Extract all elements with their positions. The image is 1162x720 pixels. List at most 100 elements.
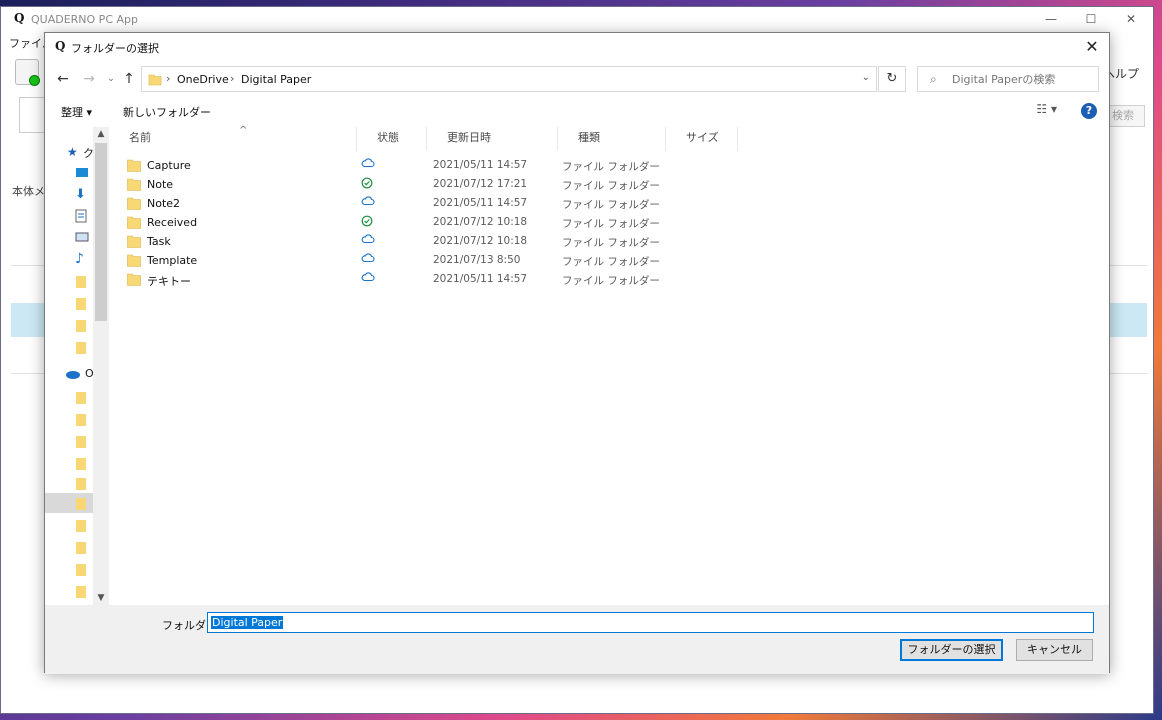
folder-icon[interactable]: [75, 341, 89, 355]
chevron-down-icon[interactable]: ⌄: [862, 72, 870, 83]
file-type: ファイル フォルダー: [562, 180, 660, 192]
select-folder-button[interactable]: フォルダーの選択: [900, 639, 1003, 661]
search-icon: ⌕: [930, 72, 937, 86]
column-header-modified[interactable]: 更新日時: [427, 127, 558, 151]
folder-name-input[interactable]: Digital Paper: [207, 612, 1094, 633]
app-side-label: 本体メ: [12, 185, 45, 198]
file-name: Capture: [147, 159, 191, 172]
cloud-icon: [361, 158, 375, 171]
refresh-icon[interactable]: ↻: [878, 66, 906, 92]
downloads-icon[interactable]: ⬇: [75, 187, 89, 202]
folder-icon: [127, 178, 141, 194]
folder-icon[interactable]: [75, 541, 89, 555]
folder-icon[interactable]: [75, 413, 89, 427]
recent-chevron-icon[interactable]: ⌄: [101, 67, 121, 91]
folder-icon: [127, 254, 141, 270]
app-titlebar: Q QUADERNO PC App — ☐ ✕: [1, 7, 1153, 31]
file-list: ^ 名前 状態 更新日時 種類 サイズ Capture 2021/05/11 14…: [109, 125, 1107, 605]
synced-check-icon: [361, 177, 373, 192]
folder-icon[interactable]: [75, 477, 89, 491]
up-arrow-icon[interactable]: ↑: [119, 67, 139, 91]
command-bar: 整理 ▾ 新しいフォルダー ☷ ▾ ?: [45, 99, 1109, 123]
file-row[interactable]: Note2 2021/05/11 14:57 ファイル フォルダー: [127, 194, 727, 213]
column-header-type[interactable]: 種類: [558, 127, 666, 151]
close-button[interactable]: ✕: [1111, 10, 1151, 28]
file-name: テキトー: [147, 275, 191, 288]
minimize-button[interactable]: —: [1031, 10, 1071, 28]
nav-scrollbar[interactable]: ▲ ▼: [93, 127, 109, 605]
cloud-icon: [361, 272, 375, 285]
view-options-icon[interactable]: ☷ ▾: [1036, 102, 1057, 116]
file-modified: 2021/05/11 14:57: [433, 273, 528, 285]
folder-icon[interactable]: [75, 435, 89, 449]
back-arrow-icon[interactable]: ←: [53, 67, 73, 91]
folder-icon[interactable]: [75, 457, 89, 471]
file-name: Note: [147, 178, 174, 191]
scroll-down-icon[interactable]: ▼: [93, 593, 109, 603]
folder-icon[interactable]: [75, 519, 89, 533]
file-name: Template: [147, 254, 198, 267]
column-header-size[interactable]: サイズ: [666, 127, 738, 151]
cloud-icon: [361, 196, 375, 209]
folder-icon[interactable]: [75, 585, 89, 599]
quick-access-star-icon[interactable]: ★: [67, 145, 81, 159]
help-icon[interactable]: ?: [1081, 103, 1097, 119]
column-header-name[interactable]: 名前: [109, 127, 357, 151]
folder-icon[interactable]: [75, 297, 89, 311]
folder-icon[interactable]: [75, 391, 89, 405]
maximize-button[interactable]: ☐: [1071, 10, 1111, 28]
breadcrumb-separator-icon: ›: [230, 72, 235, 85]
music-icon[interactable]: ♪: [75, 251, 89, 267]
file-type: ファイル フォルダー: [562, 256, 660, 268]
file-type: ファイル フォルダー: [562, 237, 660, 249]
device-connect-button[interactable]: [15, 59, 40, 86]
file-row[interactable]: テキトー 2021/05/11 14:57 ファイル フォルダー: [127, 270, 727, 289]
file-row[interactable]: Template 2021/07/13 8:50 ファイル フォルダー: [127, 251, 727, 270]
folder-icon: [148, 72, 162, 86]
folder-name-value[interactable]: Digital Paper: [211, 616, 284, 629]
folder-icon[interactable]: [75, 275, 89, 289]
file-row[interactable]: Capture 2021/05/11 14:57 ファイル フォルダー: [127, 156, 727, 175]
file-name: Received: [147, 216, 198, 229]
file-modified: 2021/05/11 14:57: [433, 159, 528, 171]
cancel-button[interactable]: キャンセル: [1016, 639, 1093, 661]
file-type: ファイル フォルダー: [562, 275, 660, 287]
address-bar[interactable]: › OneDrive › Digital Paper ⌄: [141, 66, 877, 92]
search-input[interactable]: [952, 71, 1092, 87]
cloud-icon: [361, 234, 375, 247]
column-header-status[interactable]: 状態: [357, 127, 427, 151]
scroll-up-icon[interactable]: ▲: [93, 129, 109, 139]
dialog-titlebar: Q フォルダーの選択 ✕: [45, 33, 1109, 61]
folder-icon: [127, 159, 141, 175]
folder-icon: [127, 197, 141, 213]
dialog-title: フォルダーの選択: [71, 42, 159, 55]
file-type: ファイル フォルダー: [562, 161, 660, 173]
file-type: ファイル フォルダー: [562, 199, 660, 211]
folder-icon[interactable]: [75, 563, 89, 577]
search-box[interactable]: ⌕: [917, 66, 1099, 92]
scrollbar-thumb[interactable]: [95, 143, 107, 321]
folder-icon: [127, 216, 141, 232]
documents-icon[interactable]: [75, 209, 89, 223]
file-name: Note2: [147, 197, 181, 210]
breadcrumb-onedrive[interactable]: OneDrive: [177, 73, 229, 86]
synced-check-icon: [361, 215, 373, 230]
forward-arrow-icon[interactable]: →: [79, 67, 99, 91]
breadcrumb-digital-paper[interactable]: Digital Paper: [241, 73, 311, 86]
file-row[interactable]: Received 2021/07/12 10:18 ファイル フォルダー: [127, 213, 727, 232]
file-type: ファイル フォルダー: [562, 218, 660, 230]
file-modified: 2021/07/12 10:18: [433, 216, 528, 228]
organize-button[interactable]: 整理 ▾: [61, 104, 92, 120]
dialog-close-icon[interactable]: ✕: [1079, 35, 1105, 59]
new-folder-button[interactable]: 新しいフォルダー: [123, 104, 211, 120]
desktop-icon[interactable]: [75, 167, 89, 181]
pictures-icon[interactable]: [75, 231, 89, 245]
folder-icon[interactable]: [75, 497, 89, 511]
navigation-bar: ← → ⌄ ↑ › OneDrive › Digital Paper ⌄ ↻ ⌕: [45, 65, 1109, 93]
file-row[interactable]: Task 2021/07/12 10:18 ファイル フォルダー: [127, 232, 727, 251]
onedrive-cloud-icon[interactable]: [65, 369, 80, 383]
folder-icon[interactable]: [75, 319, 89, 333]
dialog-logo: Q: [55, 39, 66, 53]
file-row[interactable]: Note 2021/07/12 17:21 ファイル フォルダー: [127, 175, 727, 194]
folder-select-dialog: Q フォルダーの選択 ✕ ← → ⌄ ↑ › OneDrive › Digita…: [44, 32, 1110, 674]
